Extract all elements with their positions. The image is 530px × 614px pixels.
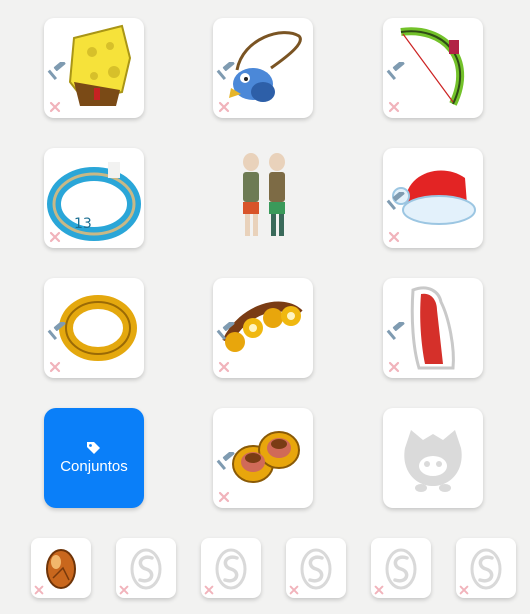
remove-icon[interactable] [48, 230, 62, 244]
tag-icon [87, 442, 100, 454]
hammer-icon[interactable] [216, 322, 238, 340]
hat-slot[interactable] [44, 18, 144, 118]
cape-slot[interactable] [383, 278, 483, 378]
hammer-icon[interactable] [216, 452, 238, 470]
remove-icon[interactable] [217, 490, 231, 504]
remove-icon[interactable] [458, 584, 470, 596]
character-preview [213, 148, 313, 248]
remove-icon[interactable] [387, 100, 401, 114]
dofus-slot[interactable] [116, 538, 176, 598]
pet-placeholder-icon [404, 430, 462, 492]
hammer-icon[interactable] [386, 322, 408, 340]
remove-icon[interactable] [288, 584, 300, 596]
amulet-slot[interactable] [213, 18, 313, 118]
dofus-slot[interactable] [31, 538, 91, 598]
dofus-slot[interactable] [286, 538, 346, 598]
sets-button[interactable]: Conjuntos [44, 408, 144, 508]
hammer-icon[interactable] [47, 322, 69, 340]
boots-slot[interactable] [213, 408, 313, 508]
belt-slot[interactable] [213, 278, 313, 378]
hammer-icon[interactable] [47, 62, 69, 80]
hat-2-slot[interactable] [383, 148, 483, 248]
character-preview-icon [243, 153, 285, 236]
pet-slot[interactable] [383, 408, 483, 508]
ring-right-slot[interactable] [44, 278, 144, 378]
remove-icon[interactable] [373, 584, 385, 596]
hammer-icon[interactable] [386, 62, 408, 80]
remove-icon[interactable] [33, 584, 45, 596]
remove-icon[interactable] [217, 100, 231, 114]
dofus-slot[interactable] [456, 538, 516, 598]
remove-icon[interactable] [48, 100, 62, 114]
weapon-slot[interactable] [383, 18, 483, 118]
svg-text:13: 13 [74, 216, 92, 232]
hammer-icon[interactable] [216, 62, 238, 80]
remove-icon[interactable] [118, 584, 130, 596]
dofus-slot[interactable] [371, 538, 431, 598]
ring-left-slot[interactable]: 13 [44, 148, 144, 248]
remove-icon[interactable] [217, 360, 231, 374]
sets-button-label: Conjuntos [60, 458, 128, 475]
remove-icon[interactable] [203, 584, 215, 596]
remove-icon[interactable] [48, 360, 62, 374]
hammer-icon[interactable] [386, 192, 408, 210]
remove-icon[interactable] [387, 360, 401, 374]
remove-icon[interactable] [387, 230, 401, 244]
dofus-slot[interactable] [201, 538, 261, 598]
equipment-panel: 13 Conjuntos [0, 0, 530, 614]
